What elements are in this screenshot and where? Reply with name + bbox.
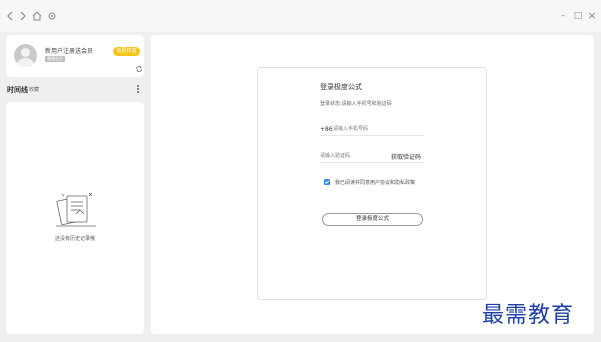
empty-history-text: 还没有历史记录哦 [54, 236, 95, 242]
code-field: 获取验证码 [320, 149, 424, 163]
code-input[interactable] [320, 151, 385, 161]
phone-input[interactable] [333, 124, 423, 134]
phone-field: +86 [320, 122, 424, 136]
empty-history-icon [54, 190, 98, 232]
maximize-icon[interactable]: □ [572, 10, 584, 22]
title-bar: – □ × [0, 0, 601, 32]
vip-button[interactable]: 会员权益 [113, 47, 140, 56]
back-icon[interactable] [4, 10, 16, 22]
agreement-checkbox[interactable] [324, 179, 330, 185]
main-panel: 登录极度公式 登录状态:请输入手机号和验证码 +86 获取验证码 我已阅读并同意… [151, 35, 594, 334]
watermark-logo: 最需教育 [482, 303, 575, 328]
timeline-tab[interactable]: 时间线 [7, 85, 28, 95]
member-badge: 普通会员 [45, 56, 65, 62]
avatar-head [21, 48, 30, 57]
login-description: 登录状态:请输入手机号和验证码 [320, 101, 392, 107]
login-title: 登录极度公式 [320, 83, 362, 91]
timeline-header: 时间线 收藏 [6, 83, 144, 97]
sync-icon[interactable] [135, 65, 143, 73]
close-icon[interactable]: × [586, 10, 598, 22]
user-card: 新用户注册送会员 普通会员 会员权益 [6, 35, 144, 77]
home-icon[interactable] [31, 10, 43, 22]
settings-icon[interactable] [46, 10, 58, 22]
get-code-button[interactable]: 获取验证码 [391, 152, 421, 161]
minimize-icon[interactable]: – [557, 10, 569, 22]
login-form: 登录极度公式 登录状态:请输入手机号和验证码 +86 获取验证码 我已阅读并同意… [257, 67, 487, 300]
favorites-tab[interactable]: 收藏 [29, 86, 39, 93]
avatar-body [17, 58, 34, 67]
forward-icon[interactable] [17, 10, 29, 22]
timeline-panel: 还没有历史记录哦 [6, 102, 144, 334]
more-icon[interactable] [136, 85, 140, 95]
login-button[interactable]: 登录极度公式 [322, 213, 423, 226]
agreement-text[interactable]: 我已阅读并同意用户协议和隐私政策 [335, 179, 415, 186]
country-code[interactable]: +86 [320, 126, 333, 133]
avatar[interactable] [14, 44, 37, 67]
username[interactable]: 新用户注册送会员 [45, 46, 93, 55]
